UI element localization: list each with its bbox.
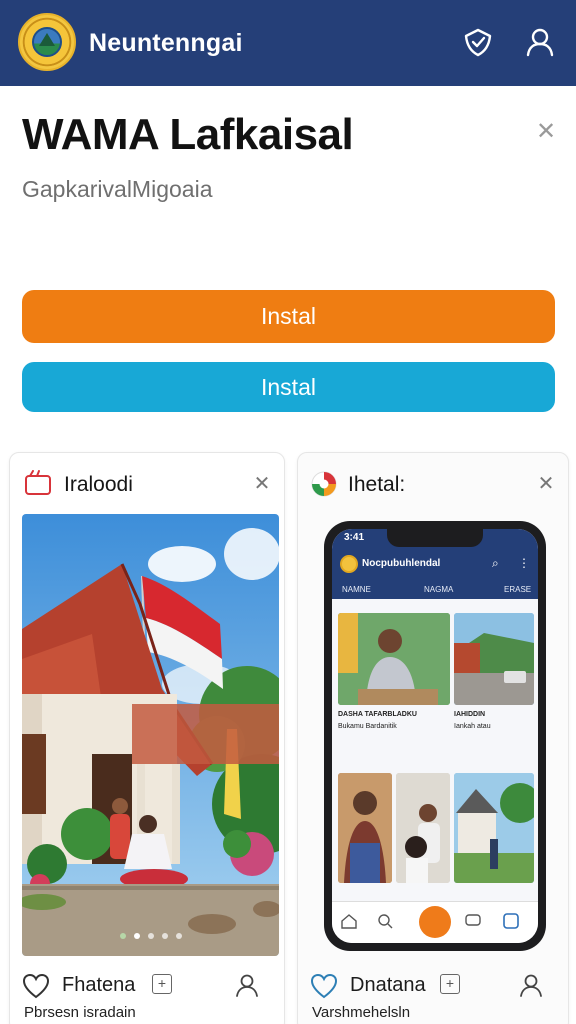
phone-app-screenshot[interactable]: 3:41 Nocpubuhlendal ⌕ ⋮ NAMNE NAGMA ERAS… (324, 521, 546, 951)
close-icon[interactable]: ✕ (532, 118, 560, 146)
user-icon[interactable] (234, 972, 260, 998)
card-footer: Dnatana + (310, 973, 556, 1003)
logo-mountain (39, 33, 55, 46)
phone-caption: Bukamu Bardanitik (338, 723, 397, 730)
profile-icon (502, 912, 520, 930)
phone-time: 3:41 (344, 532, 365, 543)
card-footer-label: Dnatana (350, 974, 426, 996)
card-footer: Fhatena + (22, 973, 272, 1003)
card-app-preview[interactable]: Ihetal: ✕ 3:41 Nocpubuhlendal ⌕ ⋮ NAMNE … (297, 452, 569, 1024)
phone-caption: IAHIDDIN (454, 711, 486, 718)
carousel-dots[interactable] (22, 926, 279, 944)
heart-icon[interactable] (310, 973, 338, 999)
phone-tabs: NAMNE NAGMA ERASE (332, 583, 538, 599)
app-title: Neuntenngai (89, 29, 243, 57)
user-icon[interactable] (518, 972, 544, 998)
phone-tile-man (338, 613, 450, 705)
card-title: Iraloodi (64, 473, 133, 496)
add-icon (419, 906, 451, 938)
phone-tile-house (454, 773, 534, 883)
colorful-logo-icon (310, 470, 338, 497)
plus-box-icon[interactable]: + (440, 974, 460, 994)
phone-app-logo (340, 555, 358, 573)
app-logo[interactable] (18, 13, 76, 71)
phone-tile-street (454, 613, 534, 705)
phone-tab: ERASE (504, 585, 532, 594)
page-title: WAMA Lafkaisal (22, 110, 354, 159)
plus-box-icon[interactable]: + (152, 974, 172, 994)
card-footer-label: Fhatena (62, 974, 136, 996)
phone-tile-family (396, 773, 450, 883)
phone-notch (387, 529, 483, 547)
phone-tile-woman (338, 773, 392, 883)
carousel-dot[interactable] (147, 933, 154, 939)
card-photo[interactable]: Iraloodi ✕ Fhatena + Pbrsesn isradain (9, 452, 285, 1024)
install-button-primary[interactable]: Instal (22, 290, 555, 343)
phone-tab: NAMNE (342, 585, 371, 594)
phone-tab: NAGMA (424, 585, 454, 594)
phone-caption: Iankah atau (454, 723, 491, 730)
card-title: Ihetal: (348, 473, 406, 496)
home-icon (340, 912, 358, 930)
carousel-dot[interactable] (161, 933, 168, 939)
close-icon[interactable]: ✕ (252, 471, 272, 496)
user-icon[interactable] (524, 26, 556, 58)
phone-screen: 3:41 Nocpubuhlendal ⌕ ⋮ NAMNE NAGMA ERAS… (332, 529, 538, 943)
house-with-indonesian-flag-photo[interactable] (22, 514, 279, 956)
phone-caption: DASHA TAFARBLADKU (338, 711, 417, 718)
app-header: Neuntenngai (0, 0, 576, 86)
carousel-dot[interactable] (175, 933, 182, 939)
carousel-dot[interactable] (133, 933, 140, 939)
close-icon[interactable]: ✕ (536, 471, 556, 496)
browser-window-icon (24, 470, 52, 496)
card-footer-subtitle: Varshmehelsln (312, 1004, 411, 1021)
chat-icon (464, 912, 482, 930)
shield-check-icon[interactable] (462, 26, 494, 58)
carousel-dot[interactable] (119, 933, 126, 939)
phone-bottom-nav (332, 901, 538, 943)
search-icon: ⌕ (492, 556, 499, 570)
install-button-secondary[interactable]: Instal (22, 362, 555, 412)
search-icon (376, 912, 394, 930)
heart-icon[interactable] (22, 973, 50, 999)
page-subtitle: GapkarivalMigoaia (22, 176, 213, 202)
card-footer-subtitle: Pbrsesn isradain (24, 1004, 136, 1021)
phone-app-title: Nocpubuhlendal (362, 558, 441, 569)
more-icon: ⋮ (518, 556, 530, 570)
